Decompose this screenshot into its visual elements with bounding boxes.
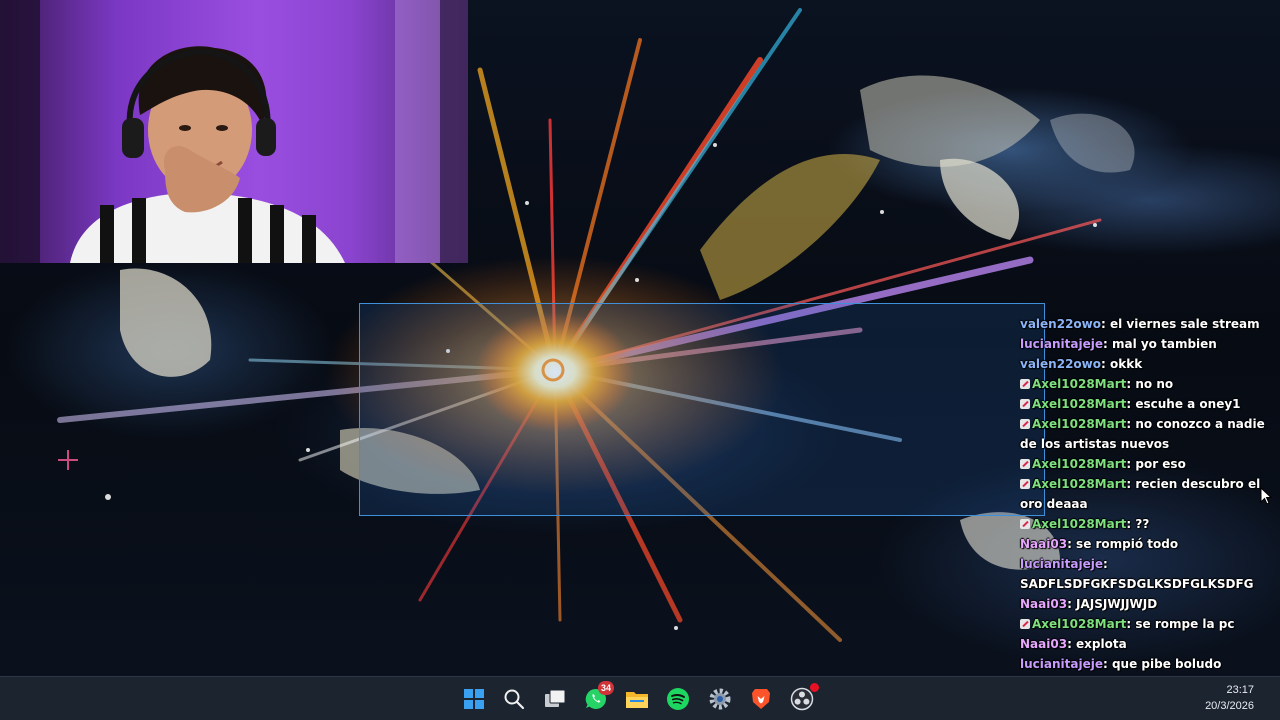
chat-message: Axel1028Mart: ?? — [1020, 514, 1272, 534]
webcam-overlay — [0, 0, 468, 263]
selection-rectangle — [359, 303, 1045, 516]
notification-badge: 34 — [597, 681, 614, 695]
file-explorer-icon — [626, 692, 648, 708]
chat-message: Axel1028Mart: recien descubro el oro dea… — [1020, 474, 1272, 514]
chat-text: escuhe a oney1 — [1135, 397, 1241, 411]
chat-username: Axel1028Mart — [1032, 377, 1127, 391]
chat-text: mal yo tambien — [1111, 337, 1217, 351]
chat-separator: : — [1102, 337, 1112, 351]
chat-username: lucianitajeje — [1020, 657, 1103, 671]
chat-username: Axel1028Mart — [1032, 477, 1127, 491]
clock-time: 23:17 — [1226, 684, 1254, 696]
chat-text: explota — [1076, 637, 1127, 651]
brave-icon — [752, 689, 770, 709]
moderator-badge-icon — [1020, 459, 1030, 469]
chat-username: Axel1028Mart — [1032, 397, 1127, 411]
file-explorer-button[interactable] — [623, 685, 651, 713]
chat-message: Axel1028Mart: por eso — [1020, 454, 1272, 474]
start-icon — [464, 689, 484, 709]
chat-text: se rompió todo — [1076, 537, 1179, 551]
chat-text: no no — [1135, 377, 1174, 391]
system-clock[interactable]: 23:17 20/3/2026 — [1205, 682, 1254, 714]
chat-message: Naai03: explota — [1020, 634, 1272, 654]
chat-separator: : — [1067, 537, 1077, 551]
brave-button[interactable] — [747, 685, 775, 713]
mouse-cursor-icon — [1260, 487, 1272, 505]
chat-message: Axel1028Mart: se rompe la pc — [1020, 614, 1272, 634]
chat-username: Axel1028Mart — [1032, 617, 1127, 631]
taskbar: 34 23:17 20/3/2026 — [0, 676, 1280, 720]
chat-username: Naai03 — [1020, 537, 1068, 551]
moderator-badge-icon — [1020, 619, 1030, 629]
chat-text: okkk — [1109, 357, 1143, 371]
chat-separator: : — [1126, 457, 1136, 471]
chat-separator: : — [1102, 657, 1112, 671]
chat-username: lucianitajeje — [1020, 337, 1103, 351]
chat-username: valen22owo — [1020, 357, 1101, 371]
chat-message: lucianitajeje: que pibe boludo — [1020, 654, 1272, 674]
chat-username: Axel1028Mart — [1032, 457, 1127, 471]
chat-separator: : — [1067, 637, 1077, 651]
chat-username: lucianitajeje — [1020, 557, 1103, 571]
chat-message: valen22owo: el viernes sale stream — [1020, 314, 1272, 334]
moderator-badge-icon — [1020, 399, 1030, 409]
chat-separator: : — [1126, 377, 1136, 391]
recording-indicator — [810, 683, 819, 692]
chat-message: valen22owo: okkk — [1020, 354, 1272, 374]
moderator-badge-icon — [1020, 479, 1030, 489]
moderator-badge-icon — [1020, 519, 1030, 529]
chat-message: lucianitajeje: mal yo tambien — [1020, 334, 1272, 354]
chat-username: Naai03 — [1020, 637, 1068, 651]
chat-message: Naai03: se rompió todo — [1020, 534, 1272, 554]
chat-message: Axel1028Mart: no no — [1020, 374, 1272, 394]
chat-message: Naai03: JAJSJWJJWJD — [1020, 594, 1272, 614]
spotify-icon — [667, 688, 689, 710]
chat-text: se rompe la pc — [1135, 617, 1235, 631]
chat-text: SADFLSDFGKFSDGLKSDFGLKSDFG — [1020, 577, 1254, 591]
chat-text: JAJSJWJJWJD — [1076, 597, 1158, 611]
chat-username: Axel1028Mart — [1032, 417, 1127, 431]
moderator-badge-icon — [1020, 419, 1030, 429]
task-view-icon — [545, 689, 566, 707]
clock-date: 20/3/2026 — [1205, 700, 1254, 712]
chat-separator: : — [1101, 357, 1110, 371]
chat-separator: : — [1126, 617, 1136, 631]
whatsapp-button[interactable]: 34 — [582, 681, 614, 713]
settings-icon — [709, 688, 731, 710]
chat-separator: : — [1126, 477, 1136, 491]
chat-separator: : — [1101, 317, 1110, 331]
chat-message: Axel1028Mart: no conozco a nadie de los … — [1020, 414, 1272, 454]
start-button[interactable] — [460, 685, 488, 713]
chat-separator: : — [1126, 517, 1136, 531]
search-icon — [504, 689, 525, 710]
chat-text: que pibe boludo — [1111, 657, 1222, 671]
chat-separator: : — [1067, 597, 1077, 611]
moderator-badge-icon — [1020, 379, 1030, 389]
settings-button[interactable] — [706, 685, 734, 713]
chat-separator: : — [1102, 557, 1108, 571]
chat-username: Axel1028Mart — [1032, 517, 1127, 531]
search-button[interactable] — [500, 685, 528, 713]
spotify-button[interactable] — [664, 685, 692, 713]
chat-text: por eso — [1135, 457, 1186, 471]
obs-button[interactable] — [788, 683, 819, 713]
chat-text: el viernes sale stream — [1109, 317, 1260, 331]
streamer-illustration — [0, 0, 468, 263]
task-view-button[interactable] — [541, 685, 569, 713]
chat-separator: : — [1126, 397, 1136, 411]
chat-message: Axel1028Mart: escuhe a oney1 — [1020, 394, 1272, 414]
chat-separator: : — [1126, 417, 1136, 431]
chat-username: Naai03 — [1020, 597, 1068, 611]
chat-username: valen22owo — [1020, 317, 1101, 331]
chat-message: lucianitajeje: SADFLSDFGKFSDGLKSDFGLKSDF… — [1020, 554, 1272, 594]
chat-text: ?? — [1135, 517, 1150, 531]
stream-chat-overlay: valen22owo: el viernes sale stream lucian… — [1020, 314, 1272, 714]
